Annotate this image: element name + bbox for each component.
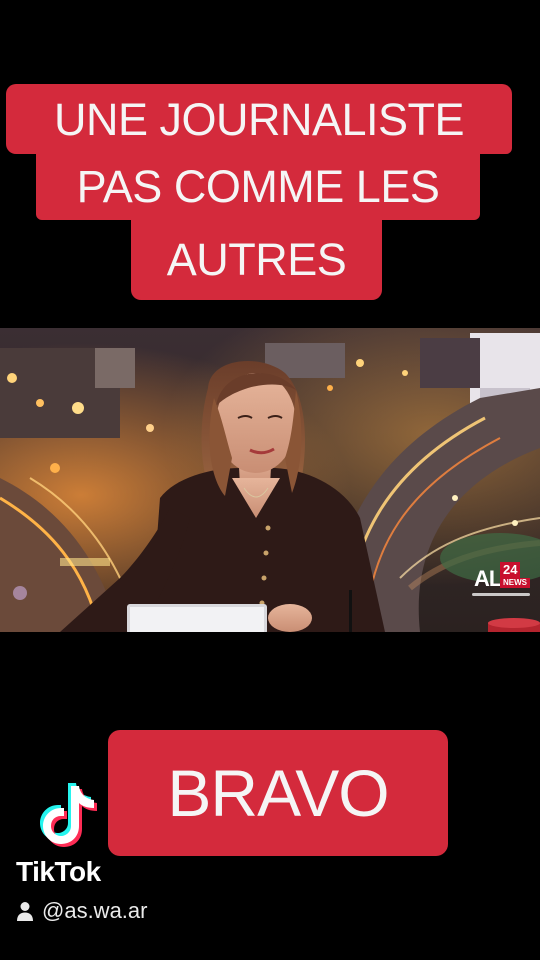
- logo-al-text: AL: [474, 566, 502, 591]
- caption-line-2: PAS COMME LES: [36, 152, 480, 220]
- al24-news-logo: AL 24 NEWS: [472, 560, 530, 604]
- video-screen[interactable]: UNE JOURNALISTE PAS COMME LES AUTRES AL …: [0, 0, 540, 960]
- tiktok-logo-icon: [40, 783, 97, 847]
- person-icon: [17, 902, 33, 921]
- bravo-caption: BRAVO: [108, 730, 448, 856]
- username-text: @as.wa.ar: [42, 898, 148, 923]
- news-studio-scene: [0, 328, 540, 632]
- news-video-frame[interactable]: AL 24 NEWS: [0, 328, 540, 632]
- tiktok-wordmark: TikTok: [16, 856, 101, 887]
- logo-number: 24: [500, 562, 521, 579]
- creator-username[interactable]: @as.wa.ar: [16, 898, 147, 924]
- logo-news-text: NEWS: [500, 578, 530, 589]
- logo-arabic-subtitle: [472, 593, 530, 596]
- caption-line-3: AUTRES: [131, 218, 382, 300]
- caption-line-1: UNE JOURNALISTE: [6, 84, 512, 154]
